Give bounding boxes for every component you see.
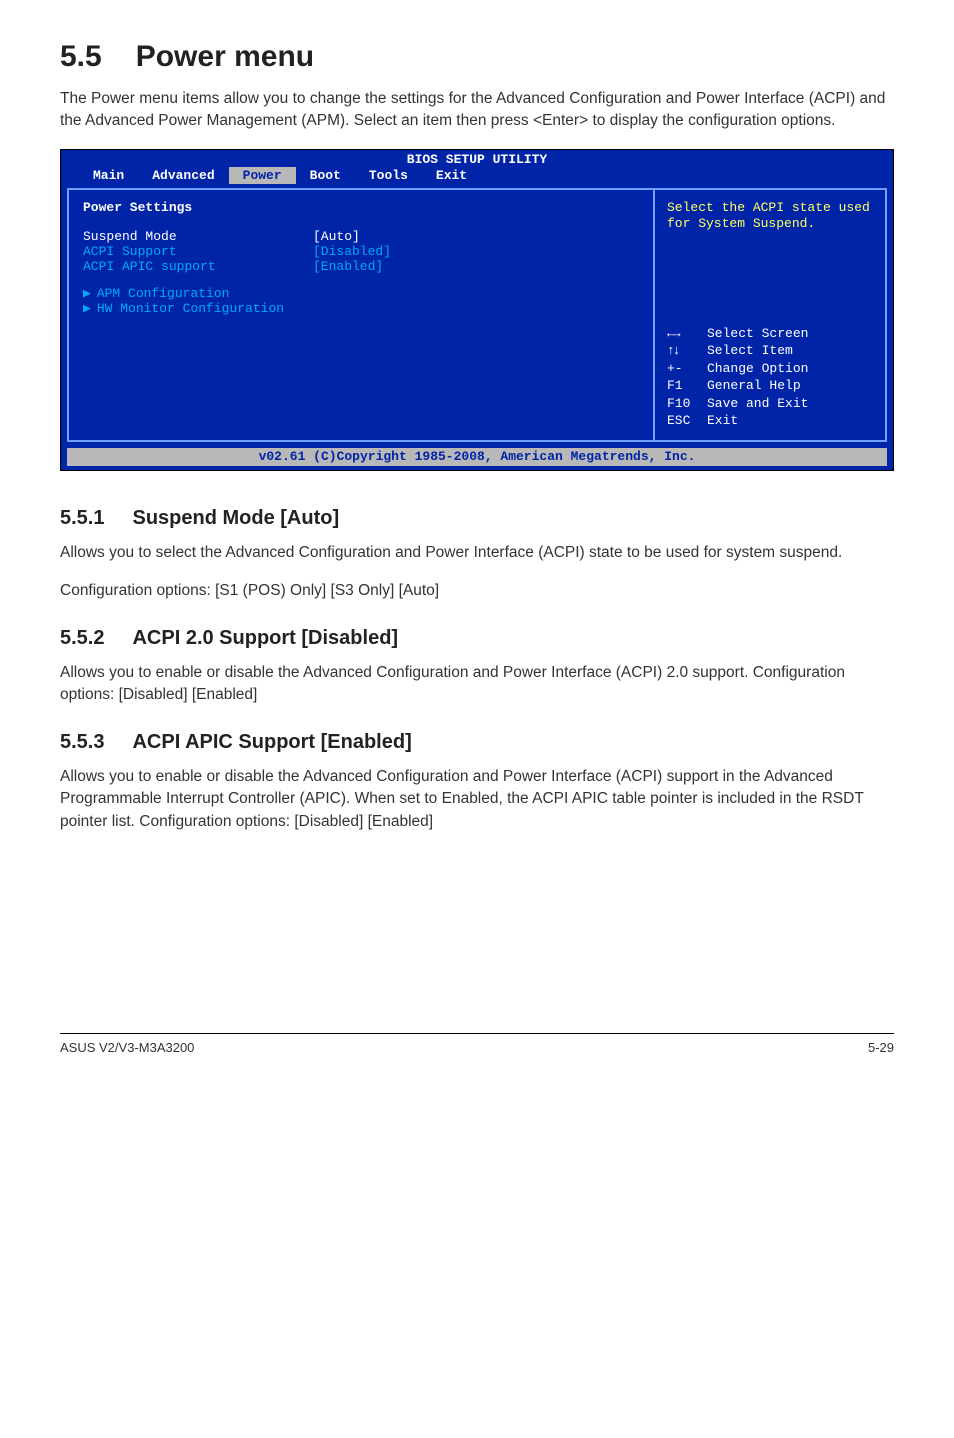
menu-main[interactable]: Main	[79, 167, 138, 184]
subsection-number: 5.5.1	[60, 507, 104, 530]
subsection-para: Allows you to select the Advanced Config…	[60, 542, 894, 564]
bios-sub-label: APM Configuration	[97, 286, 230, 301]
bios-row-acpi-support[interactable]: ACPI Support [Disabled]	[83, 244, 639, 259]
key-text: Select Item	[707, 343, 793, 358]
bios-left-panel: Power Settings Suspend Mode [Auto] ACPI …	[69, 190, 655, 440]
bios-row-acpi-apic[interactable]: ACPI APIC support [Enabled]	[83, 259, 639, 274]
bios-label: ACPI APIC support	[83, 259, 313, 274]
bios-value: [Disabled]	[313, 244, 391, 259]
key-text: Save and Exit	[707, 396, 808, 411]
key-row: F10Save and Exit	[667, 395, 873, 413]
subsection-heading: 5.5.3 ACPI APIC Support [Enabled]	[60, 731, 894, 754]
menu-exit[interactable]: Exit	[422, 167, 481, 184]
subsection-title: Suspend Mode [Auto]	[132, 507, 339, 529]
subsection-para: Allows you to enable or disable the Adva…	[60, 662, 894, 707]
bios-sub-label: HW Monitor Configuration	[97, 301, 284, 316]
bios-right-panel: Select the ACPI state used for System Su…	[655, 190, 885, 440]
bios-value: [Auto]	[313, 229, 360, 244]
bios-label: ACPI Support	[83, 244, 313, 259]
menu-tools[interactable]: Tools	[355, 167, 422, 184]
key-row: ←→Select Screen	[667, 325, 873, 343]
section-intro: The Power menu items allow you to change…	[60, 88, 894, 133]
bios-sub-hwmon[interactable]: ▶ HW Monitor Configuration	[83, 301, 639, 316]
key-glyph: ↑↓	[667, 342, 707, 360]
subsection-heading: 5.5.2 ACPI 2.0 Support [Disabled]	[60, 627, 894, 650]
key-row: ESCExit	[667, 412, 873, 430]
menu-power[interactable]: Power	[229, 167, 296, 184]
bios-panel-heading: Power Settings	[83, 200, 639, 215]
subsection-title: ACPI APIC Support [Enabled]	[132, 731, 411, 753]
section-title: 5.5 Power menu	[60, 40, 894, 74]
key-text: Exit	[707, 413, 738, 428]
subsection-number: 5.5.2	[60, 627, 104, 650]
section-number: 5.5	[60, 40, 102, 74]
footer-right: 5-29	[868, 1040, 894, 1055]
key-text: Select Screen	[707, 326, 808, 341]
subsection-title: ACPI 2.0 Support [Disabled]	[132, 627, 398, 649]
key-glyph: ESC	[667, 412, 707, 430]
bios-key-legend: ←→Select Screen ↑↓Select Item +-Change O…	[667, 325, 873, 430]
footer-left: ASUS V2/V3-M3A3200	[60, 1040, 194, 1055]
key-row: F1General Help	[667, 377, 873, 395]
bios-value: [Enabled]	[313, 259, 383, 274]
bios-menubar: Main Advanced Power Boot Tools Exit	[61, 167, 893, 188]
bios-footer: v02.61 (C)Copyright 1985-2008, American …	[67, 448, 887, 466]
bios-header: BIOS SETUP UTILITY	[61, 150, 893, 167]
key-text: Change Option	[707, 361, 808, 376]
bios-row-suspend[interactable]: Suspend Mode [Auto]	[83, 229, 639, 244]
key-glyph: ←→	[667, 325, 707, 343]
section-title-text: Power menu	[136, 40, 314, 73]
page-footer: ASUS V2/V3-M3A3200 5-29	[60, 1033, 894, 1055]
key-glyph: F1	[667, 377, 707, 395]
bios-subitems: ▶ APM Configuration ▶ HW Monitor Configura…	[83, 286, 639, 316]
triangle-icon: ▶	[83, 301, 91, 316]
key-row: +-Change Option	[667, 360, 873, 378]
key-text: General Help	[707, 378, 801, 393]
menu-boot[interactable]: Boot	[296, 167, 355, 184]
bios-sub-apm[interactable]: ▶ APM Configuration	[83, 286, 639, 301]
bios-window: BIOS SETUP UTILITY Main Advanced Power B…	[60, 149, 894, 471]
subsection-para: Configuration options: [S1 (POS) Only] […	[60, 580, 894, 602]
subsection-number: 5.5.3	[60, 731, 104, 754]
bios-body: Power Settings Suspend Mode [Auto] ACPI …	[67, 188, 887, 442]
bios-label: Suspend Mode	[83, 229, 313, 244]
menu-advanced[interactable]: Advanced	[138, 167, 228, 184]
key-glyph: F10	[667, 395, 707, 413]
triangle-icon: ▶	[83, 286, 91, 301]
subsection-heading: 5.5.1 Suspend Mode [Auto]	[60, 507, 894, 530]
subsection-para: Allows you to enable or disable the Adva…	[60, 766, 894, 833]
key-row: ↑↓Select Item	[667, 342, 873, 360]
key-glyph: +-	[667, 360, 707, 378]
bios-help-text: Select the ACPI state used for System Su…	[667, 200, 873, 233]
